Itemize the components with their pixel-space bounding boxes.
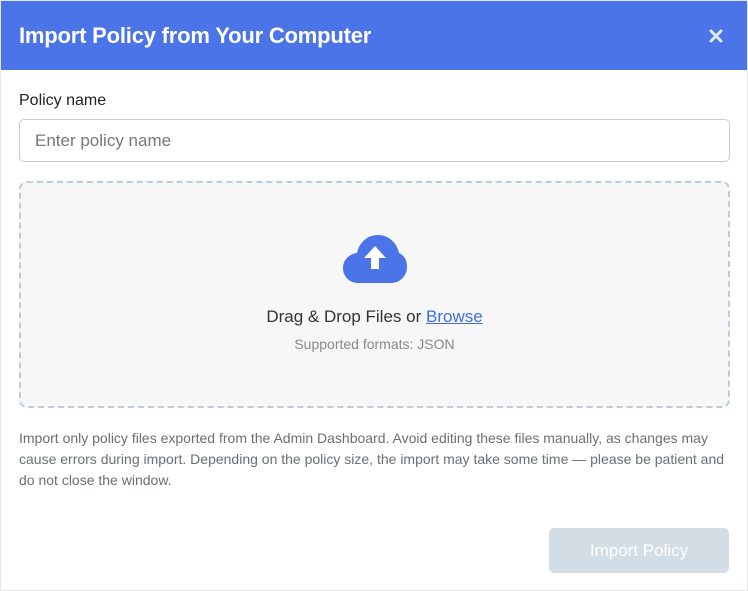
help-text: Import only policy files exported from t… xyxy=(19,430,725,488)
browse-link[interactable]: Browse xyxy=(426,307,483,326)
close-icon[interactable] xyxy=(705,25,727,47)
import-policy-dialog: Import Policy from Your Computer Policy … xyxy=(0,0,748,591)
file-dropzone[interactable]: Drag & Drop Files or Browse Supported fo… xyxy=(19,181,730,408)
policy-name-input[interactable] xyxy=(19,119,730,162)
dropzone-instructions: Drag & Drop Files or Browse xyxy=(266,307,482,327)
import-policy-button[interactable]: Import Policy xyxy=(549,528,729,573)
cloud-upload-icon xyxy=(342,235,407,283)
dropzone-text: Drag & Drop Files or xyxy=(266,307,422,326)
supported-formats: Supported formats: JSON xyxy=(294,336,455,352)
dialog-footer: Import Policy xyxy=(549,528,729,573)
dialog-body: Policy name Drag & Drop Files or Browse … xyxy=(1,70,747,491)
dialog-header: Import Policy from Your Computer xyxy=(1,1,747,70)
policy-name-label: Policy name xyxy=(19,92,107,109)
dialog-title: Import Policy from Your Computer xyxy=(19,22,372,48)
